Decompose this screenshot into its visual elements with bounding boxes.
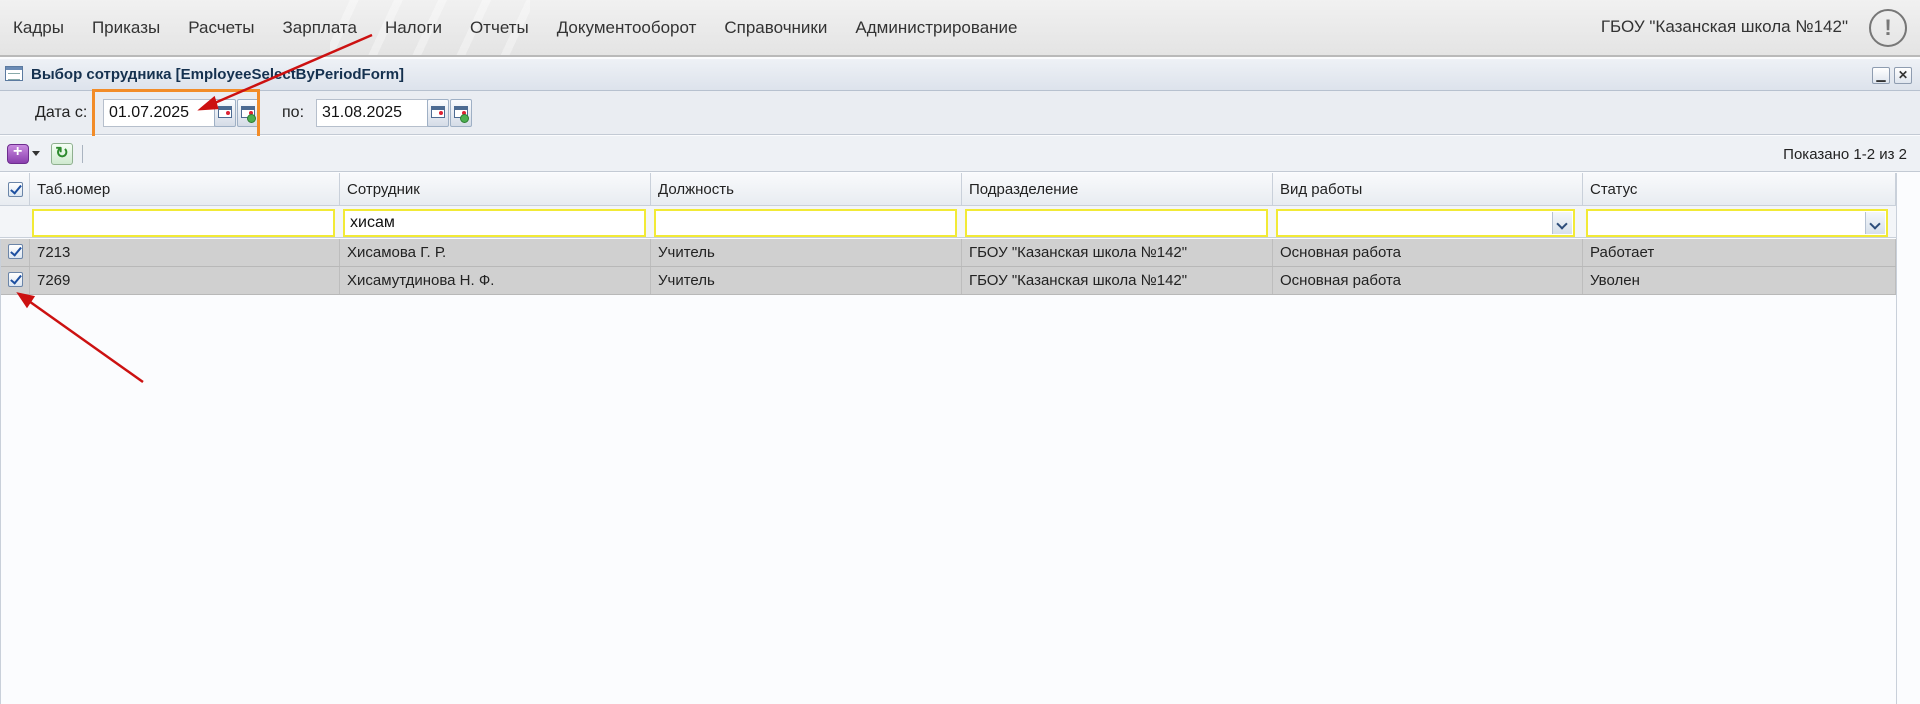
cell-tab-number: 7213: [30, 239, 340, 266]
date-from-label: Дата с:: [35, 104, 88, 121]
date-filter-bar: Дата с: 01.07.2025 по: 31.08.2025: [0, 91, 1920, 135]
window-icon: [5, 66, 23, 81]
menu-item-zarplata[interactable]: Зарплата: [269, 18, 371, 38]
filter-department-input[interactable]: [965, 209, 1268, 237]
cell-work-type: Основная работа: [1273, 267, 1583, 294]
menu-item-prikazy[interactable]: Приказы: [78, 18, 174, 38]
dropdown-arrow-icon: [32, 151, 40, 156]
grid-header: Таб.номер Сотрудник Должность Подразделе…: [0, 173, 1896, 206]
alert-icon[interactable]: !: [1869, 9, 1907, 47]
add-button[interactable]: [7, 143, 41, 165]
chevron-down-icon[interactable]: [1552, 212, 1572, 234]
cell-employee: Хисамова Г. Р.: [340, 239, 651, 266]
date-from-input[interactable]: 01.07.2025: [103, 99, 215, 127]
minimize-button[interactable]: ▁: [1872, 67, 1890, 84]
row-checkbox[interactable]: [8, 244, 23, 259]
column-header-department[interactable]: Подразделение: [962, 173, 1273, 206]
select-all-column: [0, 173, 30, 206]
column-header-position[interactable]: Должность: [651, 173, 962, 206]
chevron-down-icon[interactable]: [1865, 212, 1885, 234]
grid-filter-row: хисам: [0, 206, 1896, 238]
calendar-icon: [218, 106, 232, 118]
cell-department: ГБОУ "Казанская школа №142": [962, 267, 1273, 294]
date-to-calendar-button[interactable]: [427, 99, 449, 127]
close-button[interactable]: ✕: [1894, 67, 1912, 84]
cell-employee: Хисамутдинова Н. Ф.: [340, 267, 651, 294]
grid-toolbar: ↻ Показано 1-2 из 2: [0, 136, 1920, 172]
window-title: Выбор сотрудника [EmployeeSelectByPeriod…: [31, 66, 405, 83]
menu-item-administrirovanie[interactable]: Администрирование: [841, 18, 1031, 38]
date-to-reset-button[interactable]: [450, 99, 472, 127]
cell-status: Работает: [1583, 239, 1896, 266]
filter-status-select[interactable]: [1586, 209, 1888, 237]
calendar-icon: [431, 106, 445, 118]
filter-tab-number-input[interactable]: [32, 209, 335, 237]
select-all-checkbox[interactable]: [8, 182, 23, 197]
main-menu-bar: Кадры Приказы Расчеты Зарплата Налоги От…: [0, 0, 1920, 57]
date-from-calendar-button[interactable]: [214, 99, 236, 127]
menu-item-spravochniki[interactable]: Справочники: [710, 18, 841, 38]
toolbar-separator: [82, 145, 83, 163]
table-row[interactable]: 7269 Хисамутдинова Н. Ф. Учитель ГБОУ "К…: [0, 267, 1896, 295]
date-from-reset-button[interactable]: [237, 99, 259, 127]
cell-position: Учитель: [651, 267, 962, 294]
organization-name: ГБОУ "Казанская школа №142": [1600, 17, 1848, 36]
menu-item-raschety[interactable]: Расчеты: [174, 18, 268, 38]
column-header-tab-number[interactable]: Таб.номер: [30, 173, 340, 206]
green-arrow-icon: [247, 114, 256, 123]
filter-employee-input[interactable]: хисам: [343, 209, 646, 237]
filter-position-input[interactable]: [654, 209, 957, 237]
cell-position: Учитель: [651, 239, 962, 266]
annotation-arrow-to-checkbox: [16, 292, 144, 384]
row-select-cell: [0, 267, 30, 294]
records-shown-text: Показано 1-2 из 2: [1783, 146, 1907, 163]
cell-department: ГБОУ "Казанская школа №142": [962, 239, 1273, 266]
main-menu: Кадры Приказы Расчеты Зарплата Налоги От…: [0, 0, 1031, 55]
table-row[interactable]: 7213 Хисамова Г. Р. Учитель ГБОУ "Казанс…: [0, 239, 1896, 267]
cell-status: Уволен: [1583, 267, 1896, 294]
date-to-label: по:: [282, 104, 305, 121]
menu-item-nalogi[interactable]: Налоги: [371, 18, 456, 38]
grid-right-border: [1896, 173, 1897, 704]
cell-work-type: Основная работа: [1273, 239, 1583, 266]
row-select-cell: [0, 239, 30, 266]
column-header-employee[interactable]: Сотрудник: [340, 173, 651, 206]
date-to-input[interactable]: 31.08.2025: [316, 99, 428, 127]
column-header-status[interactable]: Статус: [1583, 173, 1896, 206]
window-titlebar: Выбор сотрудника [EmployeeSelectByPeriod…: [0, 59, 1920, 91]
column-header-work-type[interactable]: Вид работы: [1273, 173, 1583, 206]
menu-item-dokumentooborot[interactable]: Документооборот: [543, 18, 711, 38]
add-icon: [7, 143, 29, 164]
cell-tab-number: 7269: [30, 267, 340, 294]
green-arrow-icon: [460, 114, 469, 123]
grid-left-border: [0, 239, 1, 704]
menu-item-otchety[interactable]: Отчеты: [456, 18, 543, 38]
menu-item-kadry[interactable]: Кадры: [0, 18, 78, 38]
refresh-button[interactable]: ↻: [51, 143, 73, 165]
filter-work-type-select[interactable]: [1276, 209, 1575, 237]
row-checkbox[interactable]: [8, 272, 23, 287]
